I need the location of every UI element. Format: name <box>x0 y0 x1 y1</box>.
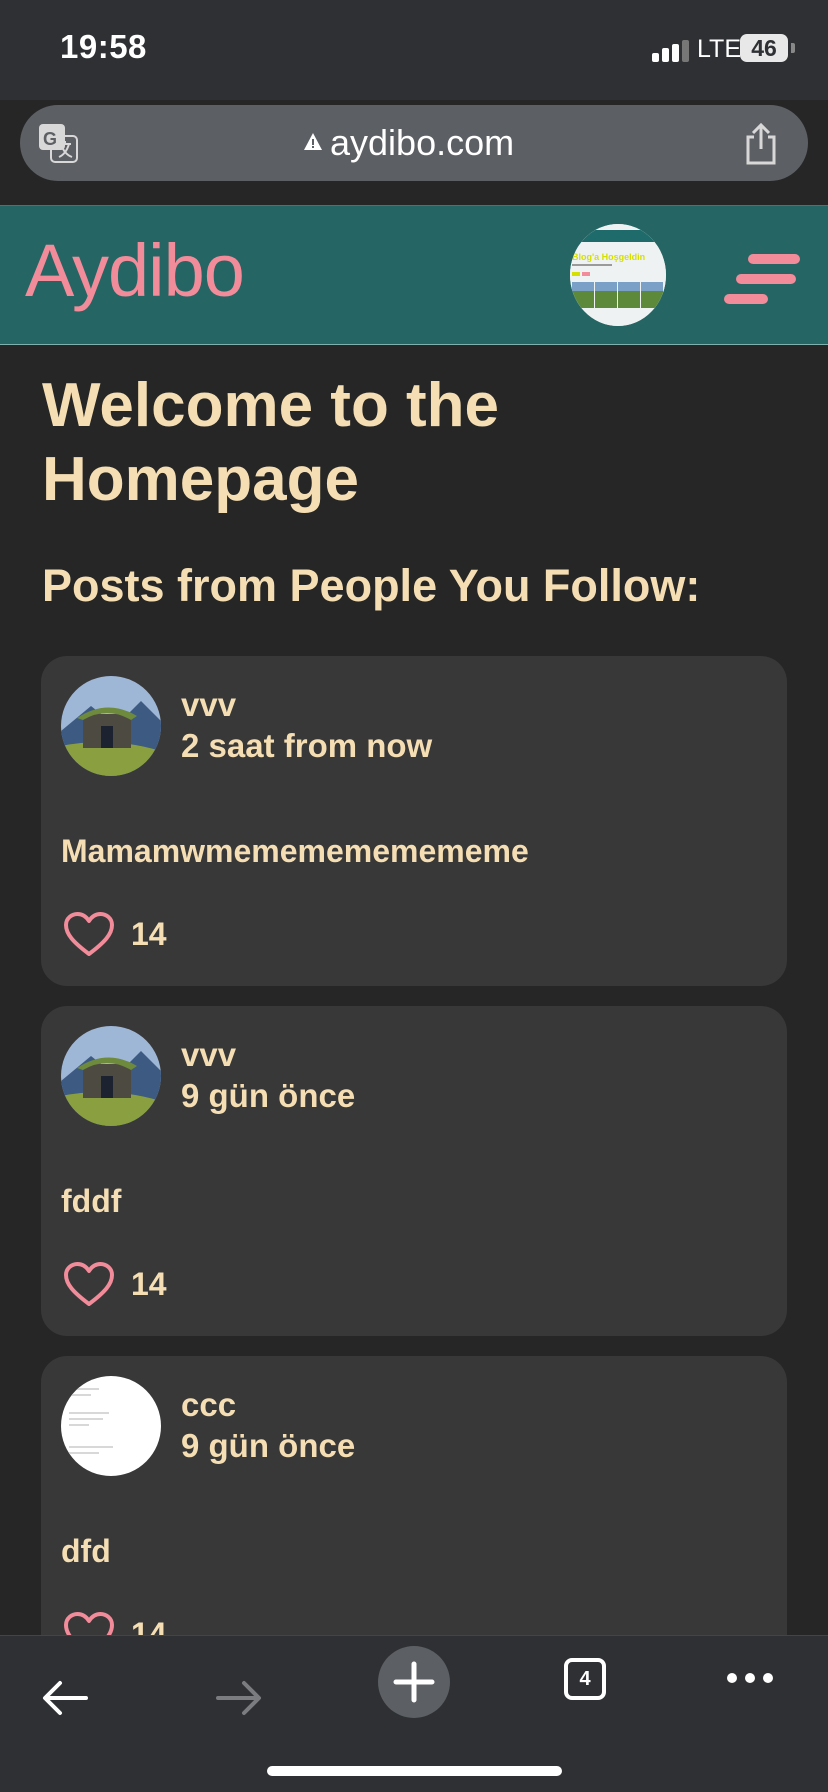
heart-icon[interactable] <box>63 911 115 957</box>
post-timestamp: 9 gün önce <box>181 1427 356 1464</box>
user-avatar[interactable] <box>61 1376 161 1476</box>
post-username[interactable]: vvv <box>181 686 236 724</box>
warning-icon <box>304 133 322 150</box>
like-count: 14 <box>131 1616 167 1635</box>
thumbnail-text: Blog'a Hoşgeldin <box>572 252 645 262</box>
forward-arrow-icon[interactable] <box>214 1678 264 1718</box>
hamburger-menu-icon[interactable] <box>724 254 800 304</box>
site-logo[interactable]: Aydibo <box>25 228 245 313</box>
url-text[interactable]: aydibo.com <box>330 122 514 164</box>
post-timestamp: 2 saat from now <box>181 727 433 764</box>
svg-text:G: G <box>43 129 57 149</box>
tabs-count-button[interactable]: 4 <box>564 1658 606 1700</box>
user-avatar[interactable] <box>61 676 161 776</box>
battery-tip <box>791 43 795 53</box>
new-tab-button[interactable] <box>378 1646 450 1718</box>
main-content: Welcome to the Homepage Posts from Peopl… <box>0 345 828 1635</box>
site-header: Aydibo Blog'a Hoşgeldin <box>0 205 828 345</box>
post-content: fddf <box>61 1183 122 1219</box>
section-title: Posts from People You Follow: <box>42 560 701 611</box>
heart-icon[interactable] <box>63 1611 115 1635</box>
battery-icon: 46 <box>740 34 788 62</box>
address-bar[interactable]: G aydibo.com <box>20 105 808 181</box>
more-options-icon[interactable] <box>726 1670 774 1686</box>
page-title: Welcome to the Homepage <box>42 371 500 514</box>
home-indicator[interactable] <box>267 1766 562 1776</box>
post-card[interactable]: vvv 9 gün önce fddf 14 <box>41 1006 787 1336</box>
like-count: 14 <box>131 1266 167 1302</box>
back-arrow-icon[interactable] <box>40 1678 90 1718</box>
like-count: 14 <box>131 916 167 952</box>
post-username[interactable]: vvv <box>181 1036 236 1074</box>
profile-avatar[interactable]: Blog'a Hoşgeldin <box>570 224 666 326</box>
share-icon[interactable] <box>742 123 780 165</box>
heart-icon[interactable] <box>63 1261 115 1307</box>
post-username[interactable]: ccc <box>181 1386 236 1424</box>
post-content: Mamamwmememememememe <box>61 833 529 869</box>
post-card[interactable]: vvv 2 saat from now Mamamwmememememememe… <box>41 656 787 986</box>
user-avatar[interactable] <box>61 1026 161 1126</box>
status-bar: 19:58 LTE 46 <box>0 0 828 100</box>
network-label: LTE <box>697 35 741 63</box>
translate-icon[interactable]: G <box>38 123 78 163</box>
signal-icon <box>652 40 689 62</box>
status-time: 19:58 <box>60 28 147 65</box>
post-content: dfd <box>61 1533 111 1569</box>
post-card[interactable]: ccc 9 gün önce dfd 14 <box>41 1356 787 1635</box>
post-timestamp: 9 gün önce <box>181 1077 356 1114</box>
